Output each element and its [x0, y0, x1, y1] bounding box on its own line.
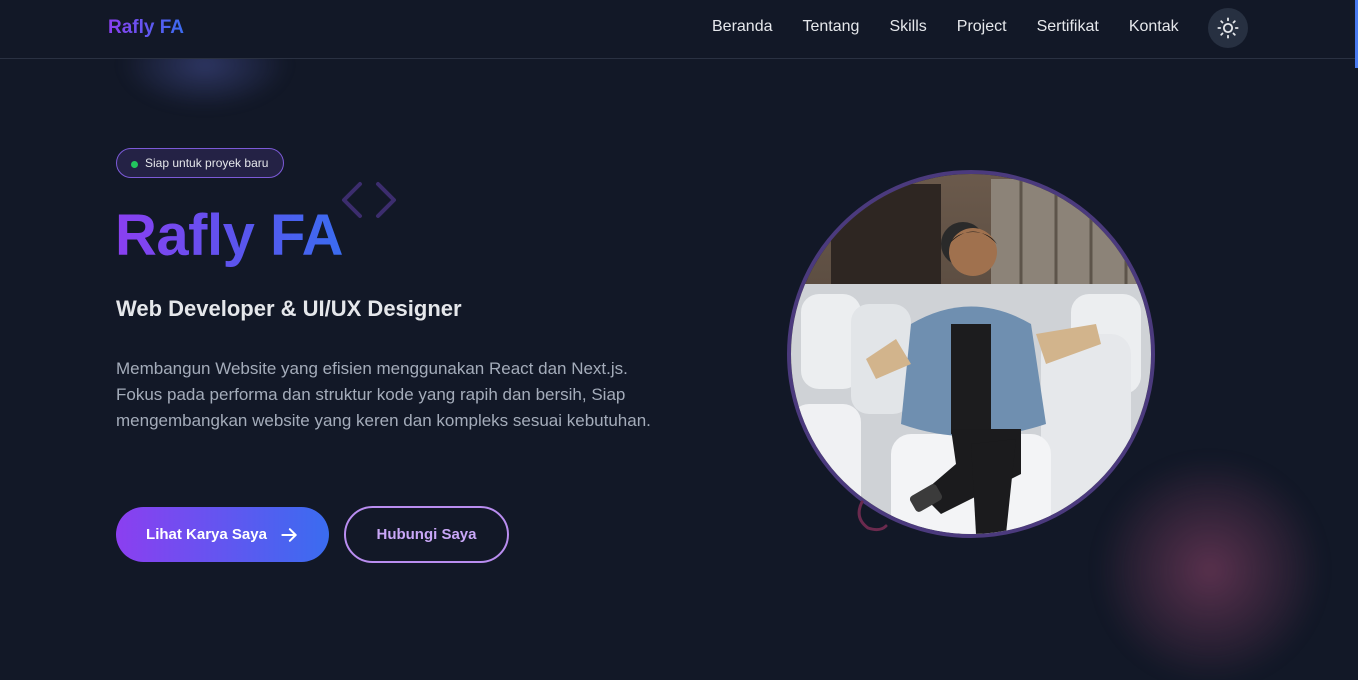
nav-link-skills[interactable]: Skills	[889, 18, 926, 36]
view-work-button[interactable]: Lihat Karya Saya	[116, 507, 329, 562]
nav-links: Beranda Tentang Skills Project Sertifika…	[712, 18, 1209, 36]
view-work-button-label: Lihat Karya Saya	[146, 526, 267, 543]
profile-photo-illustration	[791, 174, 1151, 534]
hero-description: Membangun Website yang efisien menggunak…	[116, 359, 651, 430]
hero-role: Web Developer & UI/UX Designer	[116, 296, 462, 321]
navbar: Rafly FA Beranda Tentang Skills Project …	[0, 0, 1358, 59]
brand-logo[interactable]: Rafly FA	[108, 17, 184, 39]
code-brackets-icon	[342, 182, 396, 218]
status-dot-icon	[131, 161, 138, 168]
arrow-right-icon	[279, 525, 299, 545]
decorative-hook-icon	[857, 500, 888, 532]
portfolio-page: Rafly FA Beranda Tentang Skills Project …	[0, 0, 1358, 680]
hero-name: Rafly FA	[115, 203, 344, 268]
nav-link-project[interactable]: Project	[957, 18, 1007, 36]
nav-link-tentang[interactable]: Tentang	[803, 18, 860, 36]
nav-link-sertifikat[interactable]: Sertifikat	[1037, 18, 1099, 36]
profile-photo	[787, 170, 1155, 538]
nav-link-beranda[interactable]: Beranda	[712, 18, 773, 36]
sun-icon	[1217, 17, 1239, 39]
background-glow-bottom	[1090, 455, 1330, 680]
availability-badge: Siap untuk proyek baru	[116, 148, 285, 178]
availability-badge-label: Siap untuk proyek baru	[145, 156, 269, 170]
contact-me-button[interactable]: Hubungi Saya	[344, 506, 509, 563]
nav-link-kontak[interactable]: Kontak	[1129, 18, 1179, 36]
theme-toggle-button[interactable]	[1208, 8, 1248, 48]
